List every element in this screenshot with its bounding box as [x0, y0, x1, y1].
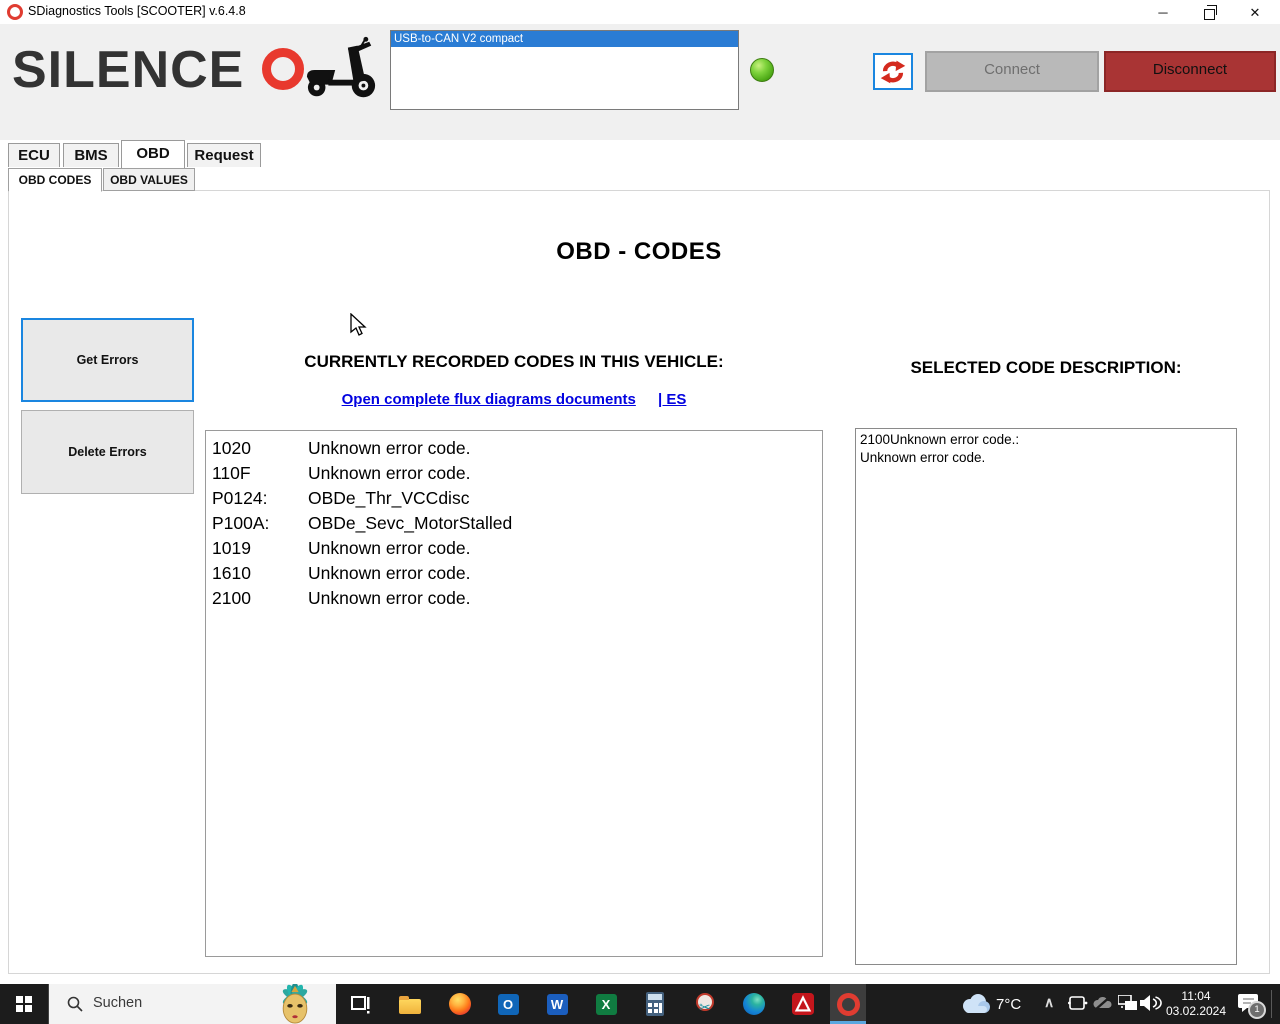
header-bar: SILENCE USB-to-CAN V2 compact Connect Di: [0, 24, 1280, 140]
error-code-row[interactable]: P100A: OBDe_Sevc_MotorStalled: [206, 511, 822, 536]
selected-code-heading: SELECTED CODE DESCRIPTION:: [855, 358, 1237, 378]
silence-app-taskbar-icon[interactable]: [830, 984, 866, 1024]
tab-ecu[interactable]: ECU: [8, 143, 60, 167]
subtab-obd-codes[interactable]: OBD CODES: [8, 168, 102, 192]
recorded-codes-heading: CURRENTLY RECORDED CODES IN THIS VEHICLE…: [205, 352, 823, 372]
search-highlight-mask-image: [255, 984, 335, 1024]
connection-led-indicator: [750, 58, 774, 82]
snipping-tool-icon[interactable]: ✂: [694, 992, 718, 1016]
title-bar: SDiagnostics Tools [SCOOTER] v.6.4.8 ─ ✕: [0, 0, 1280, 24]
app-window: SDiagnostics Tools [SCOOTER] v.6.4.8 ─ ✕…: [0, 0, 1280, 1024]
subtab-obd-values[interactable]: OBD VALUES: [103, 168, 195, 191]
edge-icon[interactable]: [742, 992, 766, 1016]
device-listbox-selected-item[interactable]: USB-to-CAN V2 compact: [391, 31, 738, 47]
description-line: 2100Unknown error code.:: [860, 431, 1232, 449]
taskbar-clock[interactable]: 11:04 03.02.2024: [1160, 989, 1232, 1019]
minimize-button[interactable]: ─: [1140, 0, 1186, 26]
start-button[interactable]: [0, 984, 48, 1024]
links-row: Open complete flux diagrams documents | …: [205, 391, 823, 408]
windows-logo-icon: [16, 996, 32, 1012]
silence-ring-icon: [837, 993, 860, 1016]
error-code-row[interactable]: 1610 Unknown error code.: [206, 561, 822, 586]
tab-bms[interactable]: BMS: [63, 143, 119, 167]
acrobat-icon[interactable]: [791, 992, 815, 1016]
restore-icon: [1204, 9, 1215, 20]
brand-ring-icon: [262, 48, 304, 90]
get-errors-button[interactable]: Get Errors: [21, 318, 194, 402]
delete-errors-button[interactable]: Delete Errors: [21, 410, 194, 494]
es-language-link[interactable]: | ES: [658, 391, 686, 408]
tray-overflow-chevron-icon[interactable]: ∧: [1044, 994, 1054, 1011]
weather-temperature[interactable]: 7°C: [996, 996, 1021, 1013]
restore-button[interactable]: [1186, 0, 1232, 26]
description-line: Unknown error code.: [860, 449, 1232, 467]
error-code-row[interactable]: 2100 Unknown error code.: [206, 586, 822, 611]
svg-text:✂: ✂: [699, 999, 711, 1015]
taskbar: Suchen: [0, 984, 1280, 1024]
refresh-devices-button[interactable]: [873, 53, 913, 90]
page-title: OBD - CODES: [8, 238, 1270, 266]
error-code-row[interactable]: P0124: OBDe_Thr_VCCdisc: [206, 486, 822, 511]
tab-obd[interactable]: OBD: [121, 140, 185, 168]
clock-time: 11:04: [1160, 989, 1232, 1004]
flux-diagrams-link[interactable]: Open complete flux diagrams documents: [342, 391, 636, 408]
disconnect-button[interactable]: Disconnect: [1104, 51, 1276, 92]
error-code-row[interactable]: 1019 Unknown error code.: [206, 536, 822, 561]
error-codes-listbox[interactable]: 1020 Unknown error code. 110F Unknown er…: [205, 430, 823, 957]
taskbar-search-box[interactable]: Suchen: [48, 984, 336, 1024]
app-logo-icon: [7, 4, 23, 20]
tablet-mode-icon[interactable]: [1068, 995, 1088, 1013]
calculator-icon[interactable]: [643, 992, 667, 1016]
word-icon[interactable]: W: [545, 992, 569, 1016]
error-code-row[interactable]: 110F Unknown error code.: [206, 461, 822, 486]
device-listbox[interactable]: USB-to-CAN V2 compact: [390, 30, 739, 110]
close-button[interactable]: ✕: [1232, 0, 1278, 26]
clock-date: 03.02.2024: [1160, 1004, 1232, 1019]
window-title: SDiagnostics Tools [SCOOTER] v.6.4.8: [28, 4, 246, 18]
onedrive-offline-icon[interactable]: [1092, 995, 1114, 1011]
refresh-icon: [879, 59, 907, 85]
outlook-icon[interactable]: O: [496, 992, 520, 1016]
file-explorer-icon[interactable]: [398, 992, 422, 1016]
show-desktop-separator[interactable]: [1271, 990, 1272, 1018]
excel-icon[interactable]: X: [594, 992, 618, 1016]
tab-request[interactable]: Request: [187, 143, 261, 167]
brand-logo: SILENCE: [12, 40, 244, 100]
network-icon[interactable]: [1118, 995, 1138, 1012]
firefox-icon[interactable]: [448, 992, 472, 1016]
error-code-row[interactable]: 1020 Unknown error code.: [206, 436, 822, 461]
selected-code-description-box[interactable]: 2100Unknown error code.: Unknown error c…: [855, 428, 1237, 965]
task-view-icon[interactable]: [348, 992, 372, 1016]
connect-button[interactable]: Connect: [925, 51, 1099, 92]
notification-count-badge: 1: [1248, 1001, 1266, 1019]
scooter-icon: [305, 36, 379, 102]
search-icon: [67, 996, 83, 1012]
volume-icon[interactable]: [1140, 994, 1162, 1012]
weather-cloud-icon: [960, 993, 990, 1015]
search-placeholder-text: Suchen: [93, 995, 142, 1011]
